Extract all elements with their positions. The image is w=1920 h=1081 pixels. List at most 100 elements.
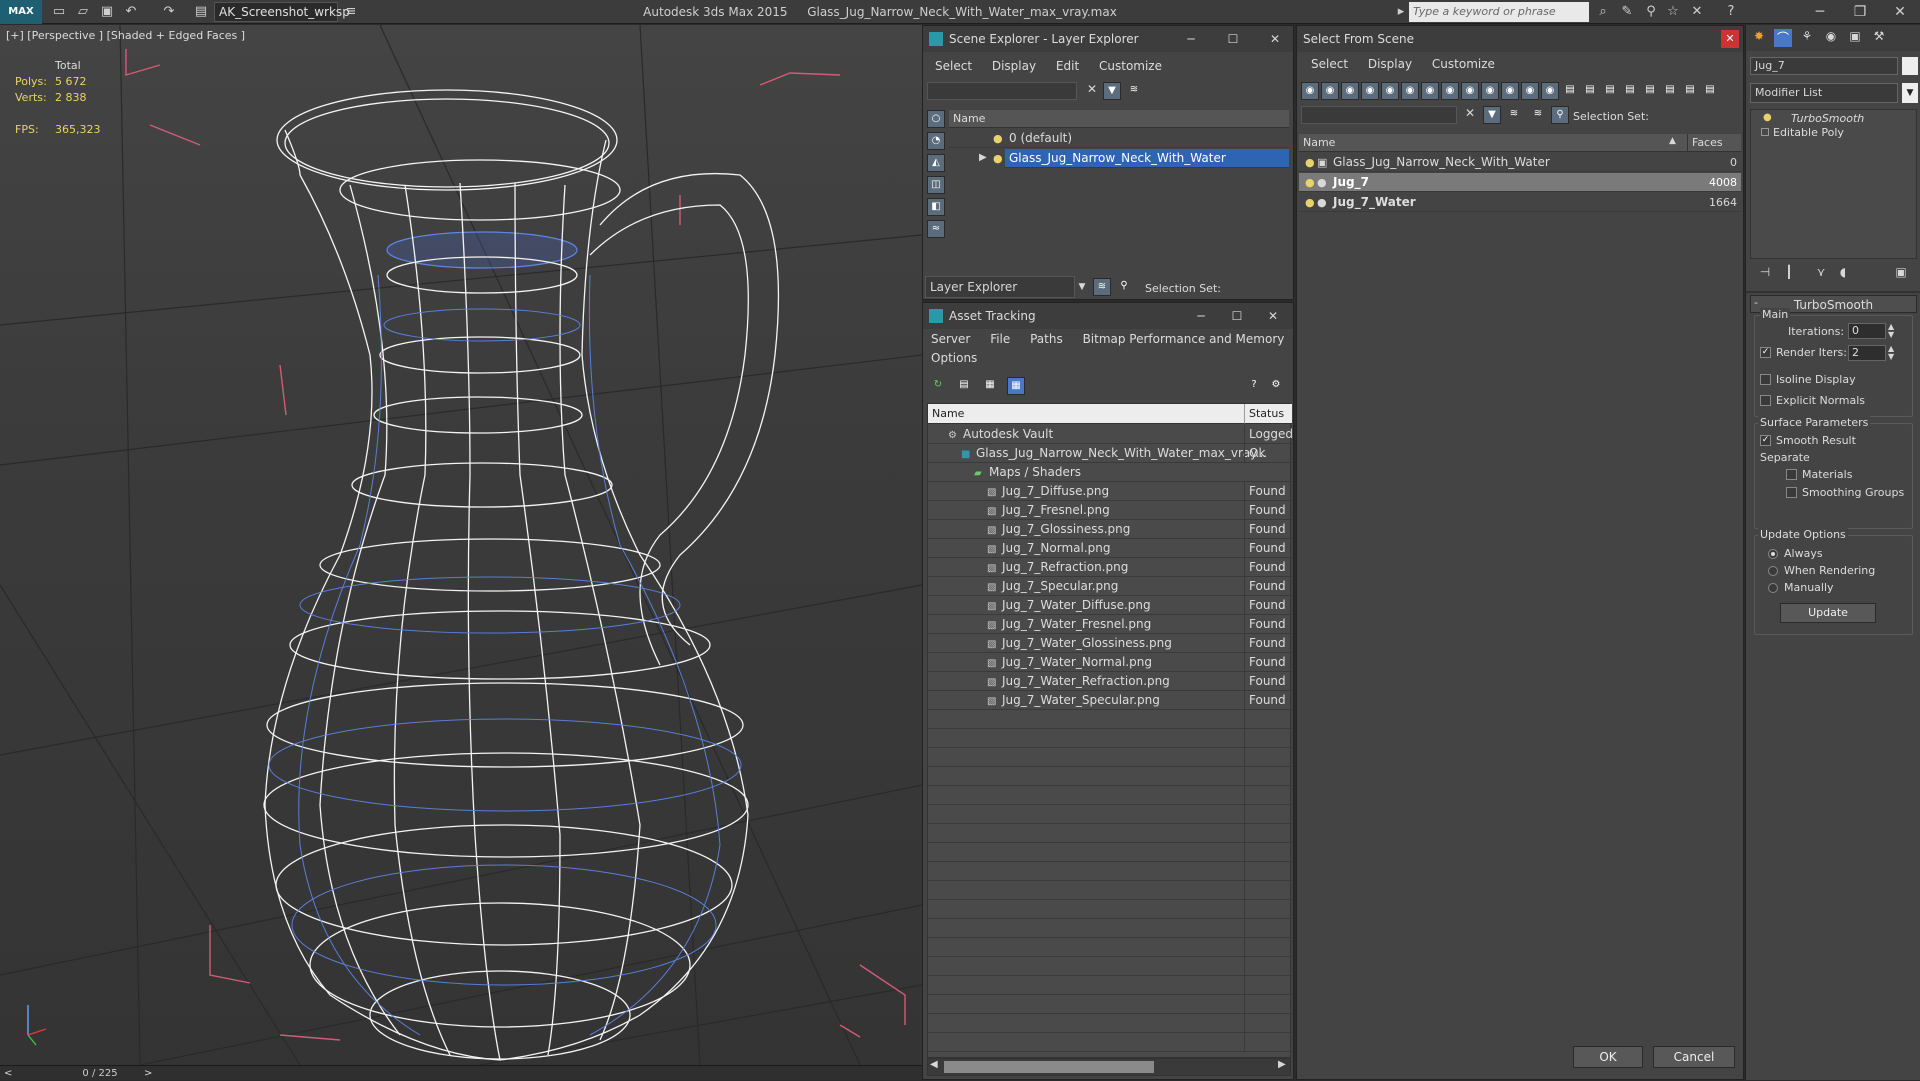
display-shapes-icon[interactable]: ◔ (927, 132, 945, 150)
asset-row[interactable]: ▧ Jug_7_Water_Fresnel.png Found (928, 615, 1292, 634)
search-input[interactable]: Type a keyword or phrase (1409, 2, 1589, 22)
utilities-tab-icon[interactable]: ⚒ (1870, 29, 1888, 47)
refresh-icon[interactable]: ↻ (929, 377, 947, 395)
hierarchy-icon[interactable]: ⚲ (1115, 278, 1133, 296)
layer-options-icon[interactable]: ≋ (1125, 82, 1143, 100)
timeline-prev-button[interactable]: < (4, 1066, 16, 1081)
object-name-field[interactable]: Jug_7 (1750, 57, 1898, 75)
menu-file[interactable]: File (982, 329, 1018, 349)
filter-groups-icon[interactable]: ◉ (1421, 82, 1439, 100)
save-file-icon[interactable]: ▣ (98, 3, 116, 21)
isoline-display-checkbox[interactable] (1760, 374, 1771, 385)
asset-row[interactable]: ▧ Jug_7_Water_Specular.png Found (928, 691, 1292, 710)
asset-row[interactable]: ▧ Jug_7_Water_Refraction.png Found (928, 672, 1292, 691)
make-unique-icon[interactable]: ⋎ (1812, 265, 1830, 283)
restore-icon[interactable]: ❐ (1840, 0, 1880, 24)
asset-row[interactable]: ▧ Jug_7_Fresnel.png Found (928, 501, 1292, 520)
app-logo[interactable]: MAX (0, 0, 42, 24)
filter-hidden-icon[interactable]: ◉ (1521, 82, 1539, 100)
thumbnail-view-icon[interactable]: ▦ (981, 377, 999, 395)
sfs-search-input[interactable] (1301, 106, 1457, 124)
chevron-down-icon[interactable]: ▼ (1902, 83, 1918, 103)
asset-row[interactable]: ▧ Jug_7_Diffuse.png Found (928, 482, 1292, 501)
display-spacewarps-icon[interactable]: ≈ (927, 220, 945, 238)
x-icon[interactable]: ✕ (1688, 3, 1706, 21)
close-icon[interactable]: ✕ (1721, 30, 1739, 48)
asset-row[interactable]: ▧ Jug_7_Water_Diffuse.png Found (928, 596, 1292, 615)
chevron-down-icon[interactable]: ▼ (1075, 276, 1089, 298)
render-iters-checkbox[interactable]: ✓ (1760, 347, 1771, 358)
filter-select-dependents-icon[interactable]: ▤ (1621, 82, 1639, 100)
asset-row[interactable]: ⚙ Autodesk Vault Logged (928, 425, 1292, 444)
close-icon[interactable]: ✕ (1880, 0, 1920, 24)
expand-arrow-icon[interactable]: ▶ (979, 152, 987, 163)
stack-item-turbosmooth[interactable]: TurboSmooth (1791, 112, 1864, 125)
filter-shapes-icon[interactable]: ◉ (1321, 82, 1339, 100)
spinner-arrows-icon[interactable]: ▲ ▼ (1888, 345, 1894, 361)
scroll-right-icon[interactable]: ▶ (1278, 1059, 1286, 1070)
new-file-icon[interactable]: ▭ (50, 3, 68, 21)
expand-box-icon[interactable] (1761, 128, 1769, 136)
select-from-scene-title[interactable]: Select From Scene (1297, 26, 1743, 52)
layer-visibility-icon[interactable]: ● (993, 152, 1003, 165)
filter-icon[interactable]: ▼ (1103, 82, 1121, 100)
sfs-column-name[interactable]: Name (1299, 134, 1687, 152)
pin-stack-icon[interactable]: ⊣ (1756, 265, 1774, 283)
star-icon[interactable]: ☆ (1664, 3, 1682, 21)
materials-checkbox[interactable] (1786, 469, 1797, 480)
close-icon[interactable]: ✕ (1257, 28, 1293, 50)
filter-sort-icon[interactable]: ▤ (1681, 82, 1699, 100)
display-helpers-icon[interactable]: ◧ (927, 198, 945, 216)
asset-row[interactable]: ▧ Jug_7_Refraction.png Found (928, 558, 1292, 577)
undo-icon[interactable]: ↶ (122, 3, 140, 21)
filter-containers-icon[interactable]: ◉ (1481, 82, 1499, 100)
sign-in-icon[interactable]: ⚲ (1642, 3, 1660, 21)
maximize-icon[interactable]: ☐ (1215, 28, 1251, 50)
menu-options[interactable]: Options (923, 349, 985, 367)
modifier-on-icon[interactable]: ● (1763, 112, 1772, 123)
scene-explorer-search-input[interactable] (927, 82, 1077, 100)
workspace-menu-icon[interactable]: ≡ (342, 3, 360, 21)
update-button[interactable]: Update (1780, 603, 1876, 623)
hierarchy-icon[interactable]: ⚲ (1551, 106, 1569, 124)
remove-modifier-icon[interactable]: ◖ (1834, 265, 1852, 283)
filter-geometry-icon[interactable]: ◉ (1301, 82, 1319, 100)
minimize-icon[interactable]: ─ (1173, 28, 1209, 50)
asset-row[interactable]: ▰ Maps / Shaders (928, 463, 1292, 482)
sort-ascending-icon[interactable]: ▲ (1669, 136, 1676, 146)
filter-icon[interactable]: ▼ (1483, 106, 1501, 124)
visibility-icon[interactable]: ● (1305, 176, 1315, 189)
explicit-normals-checkbox[interactable] (1760, 395, 1771, 406)
settings-icon[interactable]: ⚙ (1267, 377, 1285, 395)
layers-icon[interactable]: ≋ (1529, 106, 1547, 124)
configure-sets-icon[interactable]: ▣ (1892, 265, 1910, 283)
object-color-swatch[interactable] (1902, 57, 1918, 75)
visibility-icon[interactable]: ● (1305, 196, 1315, 209)
filter-filter-icon[interactable]: ▤ (1661, 82, 1679, 100)
ok-button[interactable]: OK (1573, 1046, 1643, 1068)
filter-frozen-icon[interactable]: ◉ (1501, 82, 1519, 100)
display-lights-icon[interactable]: ◭ (927, 154, 945, 172)
modify-tab-icon[interactable]: ⌒ (1774, 29, 1792, 47)
create-tab-icon[interactable]: ✸ (1750, 29, 1768, 47)
stack-item-editable-poly[interactable]: Editable Poly (1773, 126, 1844, 139)
menu-display[interactable]: Display (984, 54, 1044, 78)
collapse-icon[interactable]: - (1754, 296, 1758, 309)
maximize-icon[interactable]: ☐ (1219, 305, 1255, 327)
asset-horizontal-scrollbar[interactable]: ◀ ▶ (927, 1058, 1291, 1076)
manually-radio[interactable] (1768, 583, 1778, 593)
workspace-dropdown[interactable]: AK_Screenshot_wrksp (214, 2, 350, 22)
sfs-row-jug-7-water[interactable]: Jug_7_Water (1299, 193, 1741, 212)
filter-display-children-icon[interactable]: ▤ (1641, 82, 1659, 100)
close-icon[interactable]: ✕ (1255, 305, 1291, 327)
viewport-label[interactable]: [+] [Perspective ] [Shaded + Edged Faces… (6, 29, 245, 42)
redo-icon[interactable]: ↷ (160, 3, 178, 21)
clear-search-icon[interactable]: ✕ (1083, 82, 1101, 100)
project-folder-icon[interactable]: ▤ (192, 3, 210, 21)
filter-collapse-icon[interactable]: ▤ (1701, 82, 1719, 100)
scrollbar-thumb[interactable] (944, 1061, 1154, 1073)
filter-bones-icon[interactable]: ◉ (1461, 82, 1479, 100)
layer-row-glass-jug[interactable]: Glass_Jug_Narrow_Neck_With_Water (1005, 149, 1289, 168)
perspective-viewport[interactable]: [+] [Perspective ] [Shaded + Edged Faces… (0, 25, 922, 1065)
filter-all-icon[interactable]: ◉ (1541, 82, 1559, 100)
